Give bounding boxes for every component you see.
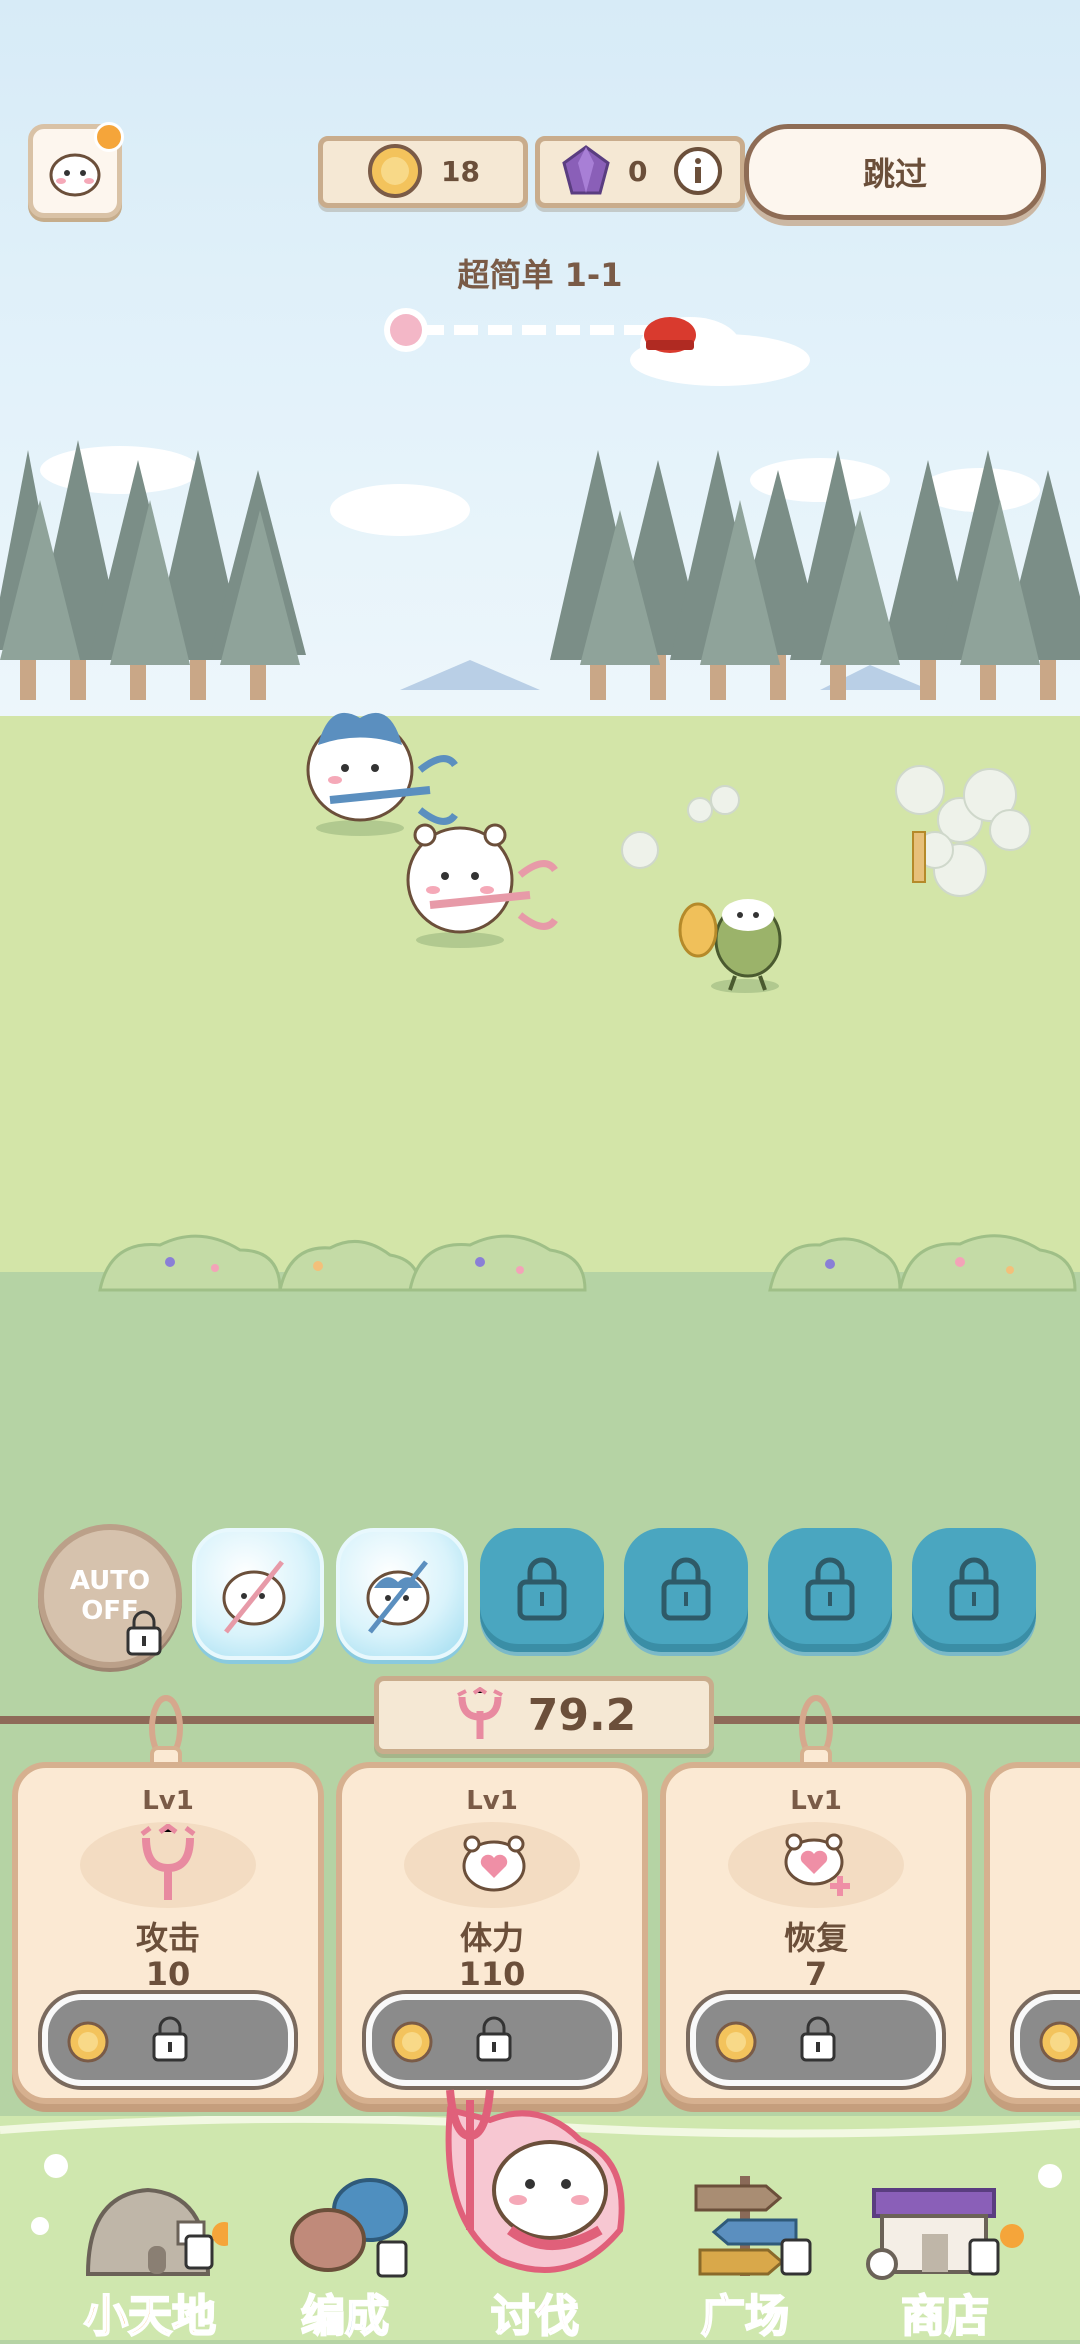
coin-icon — [715, 2021, 757, 2063]
card-value: 110 — [458, 1955, 526, 1993]
auto-label: AUTO — [69, 1566, 151, 1596]
coin-counter: 18 — [318, 136, 528, 208]
upgrade-card-recover[interactable]: Lv1 恢复 7 — [660, 1762, 972, 2104]
card-name: 恢复 — [783, 1919, 848, 1957]
skill-slot-locked[interactable] — [624, 1528, 748, 1652]
nav-label-plaza: 广场 — [700, 2290, 790, 2343]
card-level: Lv1 — [466, 1786, 518, 1816]
house-icon — [85, 2187, 228, 2276]
upgrade-card-hp[interactable]: Lv1 体力 110 — [336, 1762, 648, 2104]
nav-label-shop: 商店 — [900, 2290, 990, 2343]
lock-icon — [661, 1557, 711, 1621]
card-level: Lv1 — [790, 1786, 842, 1816]
nav-item-shop[interactable]: 商店 — [850, 2160, 1040, 2343]
lock-icon — [476, 2016, 512, 2062]
attack-icon — [140, 1824, 196, 1900]
lock-icon — [949, 1557, 999, 1621]
card-level: Lv1 — [142, 1786, 194, 1816]
nav-item-team[interactable]: 编成 — [260, 2160, 430, 2343]
coin-icon — [1039, 2021, 1080, 2063]
power-value: 79.2 — [527, 1689, 637, 1741]
signpost-icon — [694, 2176, 812, 2276]
stage-title: 超简单 1-1 — [457, 256, 623, 294]
card-name: 攻击 — [135, 1919, 200, 1957]
card-value: 10 — [145, 1955, 191, 1993]
nav-item-home[interactable]: 小天地 — [60, 2160, 240, 2343]
upgrade-card-partial[interactable] — [984, 1762, 1080, 2104]
team-icon — [290, 2178, 408, 2278]
nav-item-plaza[interactable]: 广场 — [660, 2160, 830, 2343]
skill-slot-locked[interactable] — [768, 1528, 892, 1652]
nav-label-team: 编成 — [300, 2290, 390, 2343]
coin-icon — [67, 2021, 109, 2063]
recover-icon — [784, 1833, 850, 1896]
gem-count: 0 — [628, 155, 648, 188]
chiikawa-claw-icon — [222, 1560, 286, 1634]
lock-icon — [126, 1610, 162, 1656]
power-plank: 79.2 — [374, 1676, 714, 1754]
gem-icon — [562, 145, 610, 195]
notification-dot — [94, 122, 124, 152]
skill-slot-hachiware[interactable] — [336, 1528, 468, 1660]
gem-counter: 0 — [535, 136, 745, 208]
nav-label-home: 小天地 — [83, 2290, 217, 2343]
upgrade-button[interactable] — [1014, 1994, 1080, 2086]
card-name: 体力 — [459, 1919, 524, 1957]
lock-icon — [800, 2016, 836, 2062]
card-value: 7 — [804, 1955, 828, 1993]
skip-button[interactable]: 跳过 — [744, 124, 1046, 220]
battle-icon — [445, 2089, 625, 2273]
skill-slot-chiikawa[interactable] — [192, 1528, 324, 1660]
card-icon-plate — [80, 1822, 256, 1908]
card-icon-plate — [728, 1822, 904, 1908]
coin-icon — [391, 2021, 433, 2063]
coin-icon — [368, 144, 422, 198]
card-icon-plate — [404, 1822, 580, 1908]
lock-icon — [517, 1557, 567, 1621]
attack-icon — [456, 1687, 503, 1739]
upgrade-button[interactable] — [366, 1994, 618, 2086]
nav-item-battle[interactable]: 讨伐 — [430, 2080, 640, 2343]
lock-icon — [805, 1557, 855, 1621]
nav-label-battle: 讨伐 — [490, 2290, 580, 2343]
shop-icon — [866, 2188, 1024, 2280]
info-icon[interactable] — [672, 145, 724, 197]
hachiware-claw-icon — [366, 1560, 430, 1634]
skill-slot-locked[interactable] — [480, 1528, 604, 1652]
upgrade-card-attack[interactable]: Lv1 攻击 10 — [12, 1762, 324, 2104]
stage-progress-track — [384, 308, 696, 353]
coin-count: 18 — [441, 155, 480, 188]
upgrade-button[interactable] — [690, 1994, 942, 2086]
upgrade-button[interactable] — [42, 1994, 294, 2086]
lock-icon — [152, 2016, 188, 2062]
hp-icon — [462, 1835, 526, 1892]
skill-slot-locked[interactable] — [912, 1528, 1036, 1652]
